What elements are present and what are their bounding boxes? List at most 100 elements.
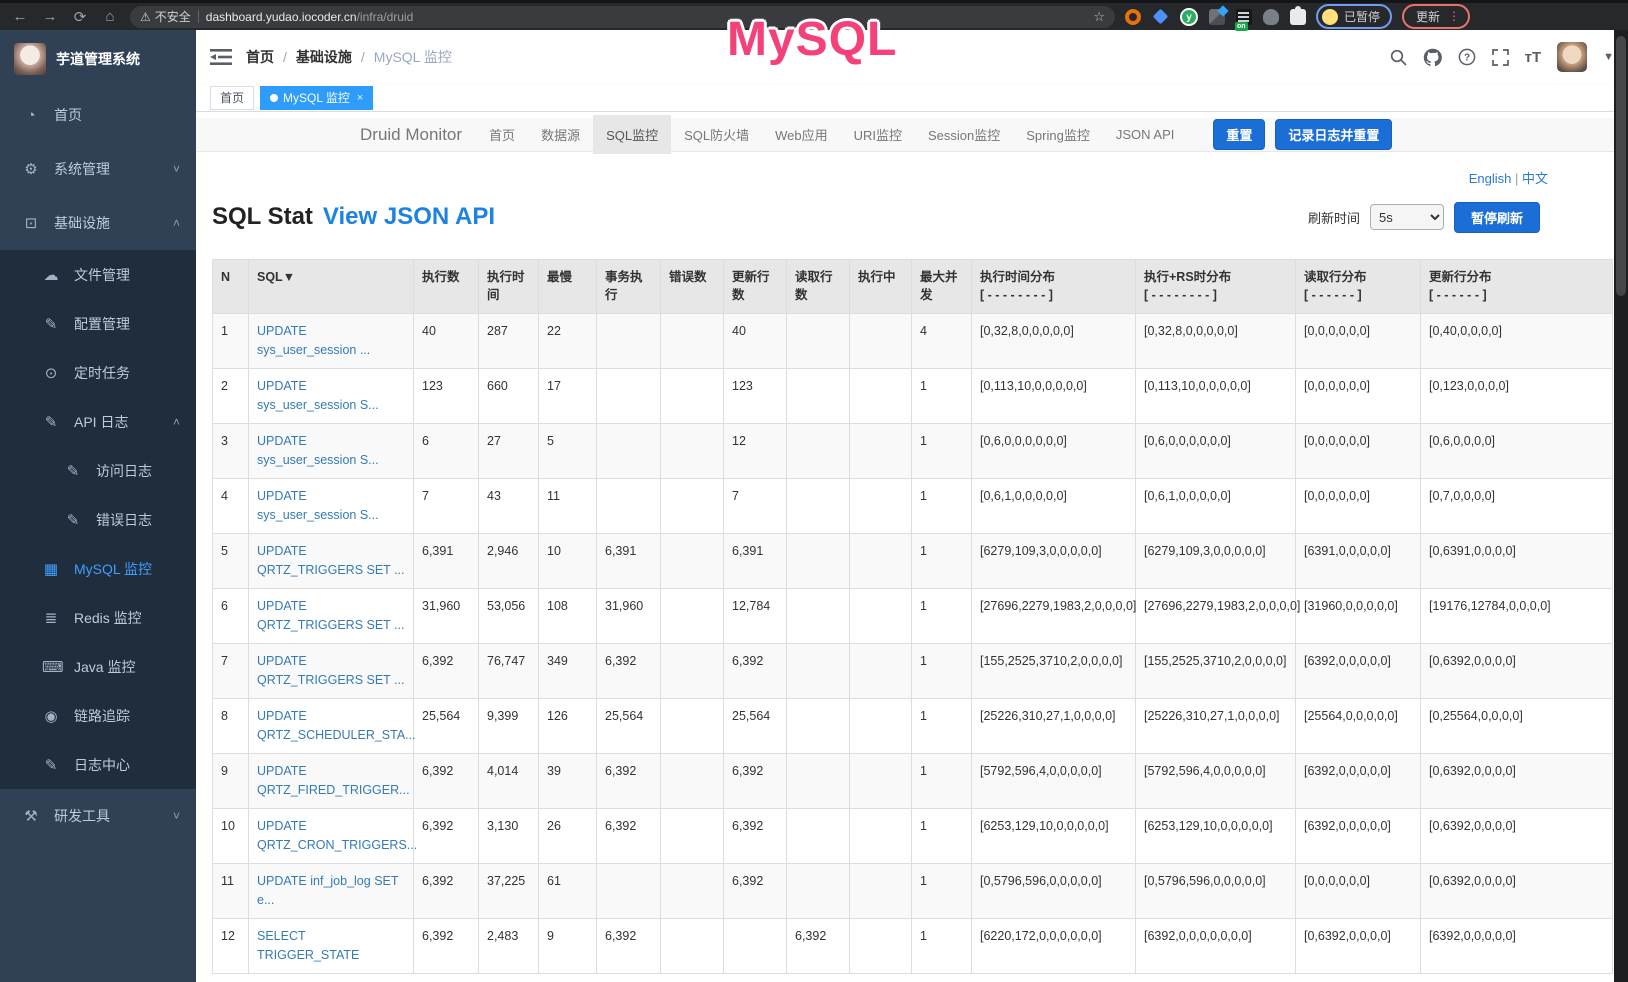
help-icon[interactable]: ?	[1458, 48, 1476, 66]
column-header[interactable]: 更新行分布[ - - - - - - ]	[1421, 260, 1613, 314]
home-icon[interactable]: ⌂	[100, 8, 120, 25]
column-header[interactable]: 执行中	[850, 260, 912, 314]
sql-link[interactable]: UPDATE QRTZ_TRIGGERS SET ...	[257, 544, 404, 577]
sql-link[interactable]: UPDATE QRTZ_SCHEDULER_STA...	[257, 709, 416, 742]
sql-link[interactable]: UPDATE sys_user_session S...	[257, 489, 379, 522]
table-cell: 7	[414, 479, 479, 534]
tab-home[interactable]: 首页	[210, 86, 254, 110]
extension-donut-icon[interactable]	[1125, 9, 1141, 25]
github-icon[interactable]	[1423, 48, 1442, 67]
address-bar[interactable]: ⚠ 不安全 dashboard.yudao.iocoder.cn/infra/d…	[130, 6, 1115, 28]
sql-link[interactable]: UPDATE QRTZ_FIRED_TRIGGER...	[257, 764, 410, 797]
lang-chinese-link[interactable]: 中文	[1522, 171, 1548, 186]
sidebar-item-dev-tools[interactable]: ⚒研发工具˅	[0, 789, 196, 843]
browser-scrollbar[interactable]	[1614, 30, 1628, 982]
sql-link[interactable]: UPDATE sys_user_session S...	[257, 379, 379, 412]
app-logo[interactable]: 芋道管理系统	[0, 30, 196, 88]
sql-link[interactable]: UPDATE QRTZ_TRIGGERS SET ...	[257, 599, 404, 632]
column-header[interactable]: 事务执行	[597, 260, 661, 314]
sidebar-item-tracing[interactable]: ◉链路追踪	[0, 691, 196, 740]
sidebar-item-redis-monitor[interactable]: ≣Redis 监控	[0, 593, 196, 642]
druid-nav-item[interactable]: Web应用	[762, 115, 841, 154]
user-avatar[interactable]	[1557, 42, 1587, 72]
extension-blocks-icon[interactable]	[1209, 9, 1225, 25]
sql-link[interactable]: UPDATE sys_user_session ...	[257, 324, 370, 357]
sidebar-item-log-center[interactable]: ✎日志中心	[0, 740, 196, 789]
extensions-puzzle-icon[interactable]	[1290, 9, 1306, 25]
column-header[interactable]: 读取行分布[ - - - - - - ]	[1296, 260, 1421, 314]
menu-kebab-icon[interactable]: ⋮	[1448, 14, 1460, 19]
druid-nav-item[interactable]: SQL防火墙	[671, 115, 762, 154]
tab-mysql-monitor[interactable]: MySQL 监控×	[260, 86, 373, 110]
column-header[interactable]: 错误数	[661, 260, 724, 314]
scrollbar-thumb[interactable]	[1616, 36, 1626, 296]
sidebar-item-access-logs[interactable]: ✎访问日志	[0, 446, 196, 495]
profile-paused-chip[interactable]: 已暂停	[1316, 4, 1392, 29]
column-header[interactable]: N	[213, 260, 249, 314]
sidebar-item-home[interactable]: ◔首页	[0, 88, 196, 142]
pause-refresh-button[interactable]: 暂停刷新	[1454, 202, 1540, 233]
column-header[interactable]: 读取行数	[787, 260, 850, 314]
column-header[interactable]: 更新行数	[724, 260, 787, 314]
column-header[interactable]: 执行时间分布[ - - - - - - - - ]	[972, 260, 1136, 314]
druid-nav-item[interactable]: JSON API	[1103, 117, 1188, 152]
column-header[interactable]: 最大并发	[912, 260, 972, 314]
chevron-down-icon[interactable]: ▼	[1603, 51, 1614, 63]
sidebar-item-mysql-monitor[interactable]: ▦MySQL 监控	[0, 544, 196, 593]
not-secure-warning[interactable]: ⚠ 不安全	[140, 8, 191, 25]
view-json-api-link[interactable]: View JSON API	[323, 203, 495, 231]
back-icon[interactable]: ←	[10, 8, 30, 25]
log-and-reset-button[interactable]: 记录日志并重置	[1275, 119, 1392, 150]
sql-link[interactable]: UPDATE inf_job_log SET e...	[257, 874, 398, 907]
font-size-icon[interactable]: тT	[1525, 49, 1542, 66]
extension-y-icon[interactable]: y	[1180, 8, 1198, 26]
svg-text:?: ?	[1464, 53, 1470, 64]
refresh-interval-select[interactable]: 5s	[1370, 204, 1444, 230]
druid-nav-item[interactable]: URI监控	[841, 115, 915, 154]
column-header[interactable]: 执行时间	[479, 260, 539, 314]
sql-link[interactable]: UPDATE QRTZ_CRON_TRIGGERS...	[257, 819, 417, 852]
breadcrumb-home[interactable]: 首页	[246, 47, 274, 67]
druid-nav-item[interactable]: Session监控	[915, 115, 1013, 154]
extension-gem-icon[interactable]	[1153, 9, 1169, 25]
extension-blob-icon[interactable]	[1263, 9, 1279, 25]
sql-link[interactable]: UPDATE sys_user_session S...	[257, 434, 379, 467]
extension-list-icon[interactable]: on	[1236, 9, 1252, 25]
sidebar-item-file-mgmt[interactable]: ☁文件管理	[0, 250, 196, 299]
table-cell: [6391,0,0,0,0,0]	[1296, 534, 1421, 589]
sql-link[interactable]: UPDATE QRTZ_TRIGGERS SET ...	[257, 654, 404, 687]
breadcrumb-infrastructure[interactable]: 基础设施	[296, 47, 352, 67]
forward-icon[interactable]: →	[40, 8, 60, 25]
sidebar-item-scheduled-jobs[interactable]: ⊙定时任务	[0, 348, 196, 397]
lang-english-link[interactable]: English	[1469, 171, 1512, 186]
column-header[interactable]: 执行+RS时分布[ - - - - - - - - ]	[1136, 260, 1296, 314]
sidebar-toggle-icon[interactable]	[210, 47, 232, 67]
sidebar-item-label: 日志中心	[74, 755, 130, 775]
sidebar-item-error-logs[interactable]: ✎错误日志	[0, 495, 196, 544]
column-header[interactable]: SQL▼	[249, 260, 414, 314]
bookmark-star-icon[interactable]: ☆	[1093, 9, 1105, 25]
table-cell: [5792,596,4,0,0,0,0,0]	[972, 754, 1136, 809]
table-cell: 6,392	[724, 809, 787, 864]
reload-icon[interactable]: ⟳	[70, 8, 90, 26]
druid-nav-item[interactable]: 首页	[476, 115, 528, 154]
druid-nav-sql-monitor-active[interactable]: SQL监控	[593, 115, 671, 154]
sidebar-item-java-monitor[interactable]: ⌨Java 监控	[0, 642, 196, 691]
sidebar-item-infrastructure[interactable]: ⊡基础设施˄	[0, 196, 196, 250]
sidebar-item-config-mgmt[interactable]: ✎配置管理	[0, 299, 196, 348]
sql-link[interactable]: SELECT TRIGGER_STATE	[257, 929, 359, 962]
browser-update-button[interactable]: 更新 ⋮	[1402, 4, 1470, 29]
chevron-down-icon: ˅	[173, 162, 180, 176]
search-icon[interactable]	[1390, 49, 1407, 66]
druid-nav-item[interactable]: Spring监控	[1013, 115, 1103, 154]
reset-button[interactable]: 重置	[1213, 119, 1265, 150]
sql-cell: UPDATE QRTZ_TRIGGERS SET ...	[249, 644, 414, 699]
sidebar-item-system-mgmt[interactable]: ⚙系统管理˅	[0, 142, 196, 196]
fullscreen-icon[interactable]	[1492, 49, 1509, 66]
sidebar-item-api-logs[interactable]: ✎API 日志˄	[0, 397, 196, 446]
close-icon[interactable]: ×	[357, 92, 363, 104]
column-header[interactable]: 执行数	[414, 260, 479, 314]
druid-brand[interactable]: Druid Monitor	[346, 125, 476, 145]
druid-nav-item[interactable]: 数据源	[528, 115, 593, 154]
column-header[interactable]: 最慢	[539, 260, 597, 314]
